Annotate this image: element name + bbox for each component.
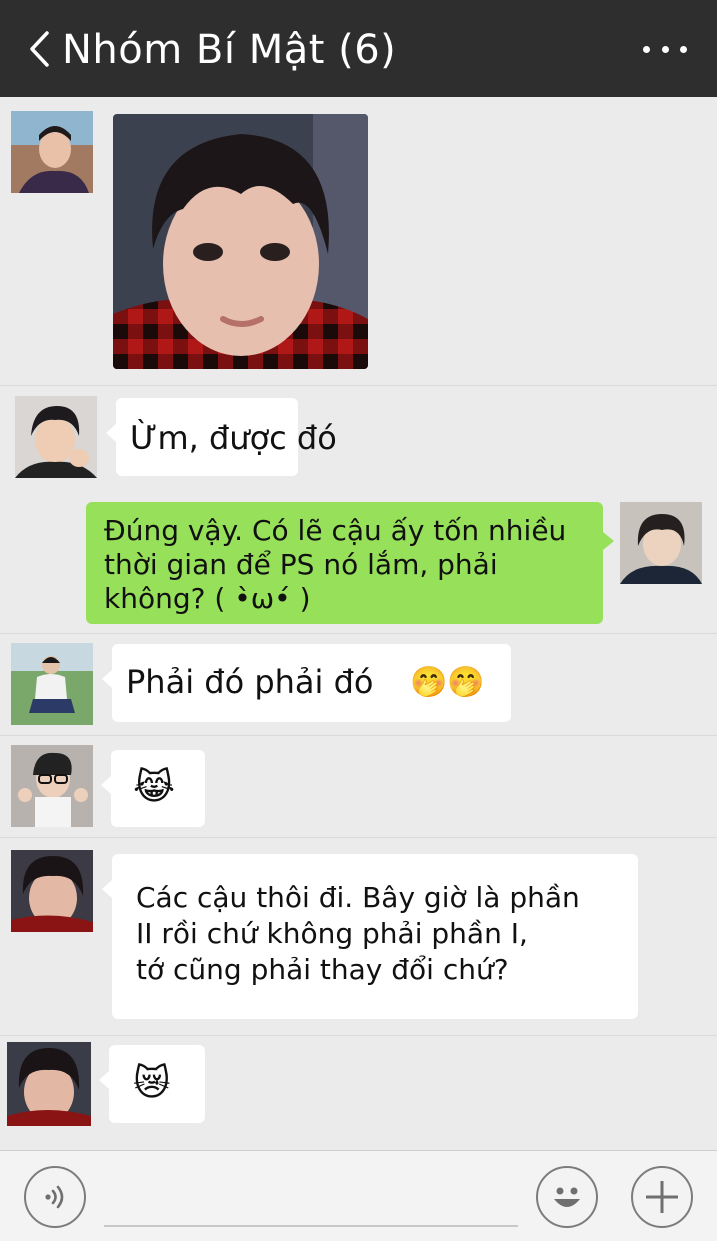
chat-title: Nhóm Bí Mật (6) bbox=[62, 27, 397, 73]
divider bbox=[0, 633, 717, 634]
message-text: Ừm, được đó bbox=[130, 419, 337, 457]
plus-icon bbox=[646, 1181, 678, 1213]
crying-cat-emoji: 😿 bbox=[133, 1063, 171, 1104]
back-button[interactable] bbox=[22, 26, 56, 72]
message-line: thời gian để PS nó lắm, phải bbox=[104, 548, 498, 581]
thinking-face-emoji: 🤭🤭 bbox=[410, 665, 485, 700]
more-dot bbox=[661, 45, 669, 53]
my-avatar[interactable] bbox=[620, 502, 702, 584]
emoji-button[interactable] bbox=[536, 1166, 598, 1228]
divider bbox=[0, 385, 717, 386]
message-bubble[interactable]: 😿 bbox=[99, 1045, 205, 1123]
divider bbox=[0, 837, 717, 838]
message-line: Các cậu thôi đi. Bây giờ là phần bbox=[136, 881, 580, 914]
message-input[interactable] bbox=[104, 1225, 518, 1227]
message-line: không? ( •̀ω•́ ) bbox=[104, 582, 311, 615]
message-text: Phải đó phải đó bbox=[126, 663, 374, 701]
divider bbox=[0, 735, 717, 736]
photo-message[interactable] bbox=[113, 114, 368, 369]
message-bubble[interactable]: Các cậu thôi đi. Bây giờ là phần II rồi … bbox=[102, 854, 638, 1019]
message-line: tớ cũng phải thay đổi chứ? bbox=[136, 953, 509, 986]
message-list[interactable]: Ừm, được đó Đúng vậy. Có lẽ cậu ấy tốn n… bbox=[0, 97, 717, 1150]
message-line: II rồi chứ không phải phần I, bbox=[136, 917, 528, 950]
sent-message-bubble[interactable]: Đúng vậy. Có lẽ cậu ấy tốn nhiều thời gi… bbox=[86, 502, 614, 624]
avatar[interactable] bbox=[7, 1042, 91, 1126]
chat-header: Nhóm Bí Mật (6) bbox=[0, 0, 717, 97]
voice-icon bbox=[45, 1185, 64, 1209]
input-bar bbox=[0, 1150, 717, 1241]
avatar[interactable] bbox=[11, 850, 93, 932]
cat-tears-of-joy-emoji: 😹 bbox=[133, 767, 176, 808]
message-bubble[interactable]: Ừm, được đó bbox=[106, 398, 337, 476]
voice-button[interactable] bbox=[24, 1166, 86, 1228]
smiley-icon bbox=[554, 1187, 580, 1207]
avatar[interactable] bbox=[15, 396, 97, 478]
more-dot bbox=[680, 45, 687, 53]
message-bubble[interactable]: 😹 bbox=[101, 750, 205, 827]
avatar[interactable] bbox=[11, 111, 93, 193]
add-button[interactable] bbox=[631, 1166, 693, 1228]
message-line: Đúng vậy. Có lẽ cậu ấy tốn nhiều bbox=[104, 514, 567, 547]
avatar[interactable] bbox=[11, 643, 93, 725]
more-dots-icon bbox=[643, 45, 650, 53]
divider bbox=[0, 1035, 717, 1036]
avatar[interactable] bbox=[11, 745, 93, 827]
message-bubble[interactable]: Phải đó phải đó 🤭🤭 bbox=[102, 644, 511, 722]
chevron-left-icon bbox=[30, 31, 49, 67]
more-options-button[interactable] bbox=[643, 34, 687, 64]
